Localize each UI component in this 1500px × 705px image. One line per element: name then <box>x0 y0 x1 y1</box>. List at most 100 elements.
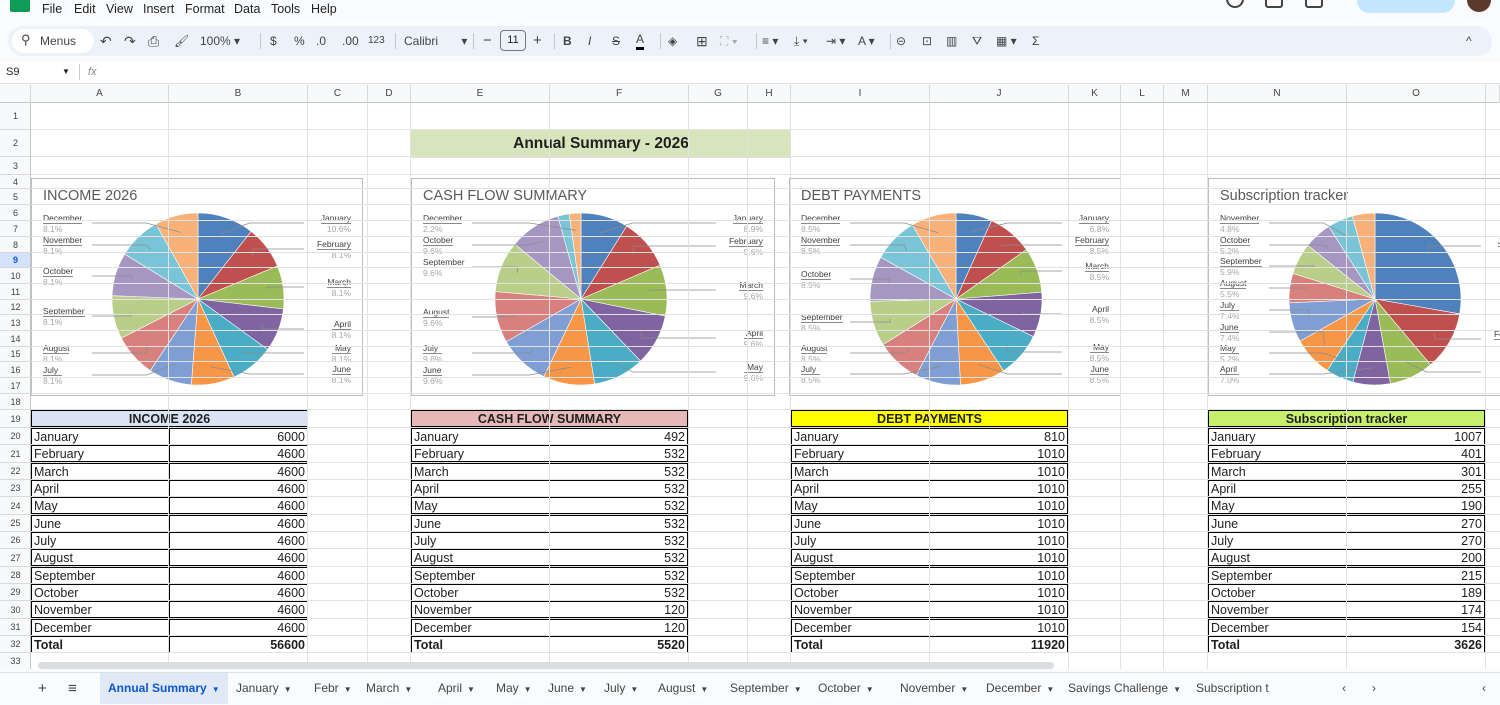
row-header-27[interactable]: 27 <box>0 549 30 567</box>
table-value-cell[interactable]: 301 <box>1346 463 1485 481</box>
table-value-cell[interactable]: 4600 <box>169 584 308 602</box>
pie-chart[interactable]: INCOME 2026 January 10.6% February 8.1% March… <box>31 178 363 396</box>
print-icon[interactable]: ⎙ <box>148 32 159 50</box>
table-month-cell[interactable]: April <box>411 480 550 498</box>
tab-september[interactable]: September ▼ <box>722 673 810 704</box>
text-rotation-icon[interactable]: A ▾ <box>858 32 875 50</box>
chevron-down-icon[interactable]: ▼ <box>579 685 587 694</box>
row-header-19[interactable]: 19 <box>0 410 30 428</box>
sheets-logo[interactable] <box>10 0 30 12</box>
table-month-cell[interactable]: January <box>411 428 550 446</box>
table-month-cell[interactable]: April <box>791 480 930 498</box>
align-icon[interactable]: ≡ ▾ <box>762 32 778 50</box>
table-month-cell[interactable]: December <box>411 619 550 637</box>
tab-may[interactable]: May ▼ <box>488 673 540 704</box>
table-month-cell[interactable]: October <box>1208 584 1347 602</box>
comment-icon[interactable] <box>1265 0 1283 8</box>
table-month-cell[interactable]: February <box>411 445 550 463</box>
pie-chart[interactable]: CASH FLOW SUMMARYJanuary8.9%February9.6%… <box>411 178 775 396</box>
column-header-B[interactable]: B <box>169 85 308 103</box>
table-month-cell[interactable]: May <box>791 497 930 515</box>
row-header-17[interactable]: 17 <box>0 378 30 394</box>
table-value-cell[interactable]: 1010 <box>929 532 1068 550</box>
column-header-J[interactable]: J <box>930 85 1069 103</box>
table-month-cell[interactable]: December <box>1208 619 1347 637</box>
increase-font-size-button[interactable]: + <box>533 32 542 50</box>
vertical-align-icon[interactable]: ⤓ ▾ <box>794 32 808 50</box>
tab-july[interactable]: July ▼ <box>596 673 646 704</box>
column-header-H[interactable]: H <box>748 85 791 103</box>
table-month-cell[interactable]: February <box>1208 445 1347 463</box>
table-month-cell[interactable]: November <box>31 601 170 619</box>
collapse-toolbar-icon[interactable]: ^ <box>1466 32 1472 50</box>
row-header-2[interactable]: 2 <box>0 130 30 157</box>
horizontal-scrollbar[interactable] <box>38 662 1054 669</box>
functions-icon[interactable]: ▦ ▾ <box>996 32 1017 50</box>
table-value-cell[interactable]: 4600 <box>169 567 308 585</box>
tab-april[interactable]: April ▼ <box>430 673 483 704</box>
row-header-31[interactable]: 31 <box>0 619 30 636</box>
table-month-cell[interactable]: September <box>791 567 930 585</box>
tab-october[interactable]: October ▼ <box>810 673 882 704</box>
chevron-down-icon[interactable]: ▼ <box>700 685 708 694</box>
table-month-cell[interactable]: July <box>31 532 170 550</box>
merge-cells-icon[interactable]: ⛶ ▾ <box>720 32 738 50</box>
sum-button[interactable]: Σ <box>1032 32 1039 50</box>
table-value-cell[interactable]: 1010 <box>929 480 1068 498</box>
column-header-L[interactable]: L <box>1121 85 1164 103</box>
chevron-down-icon[interactable]: ▼ <box>1173 685 1181 694</box>
table-value-cell[interactable]: 810 <box>929 428 1068 446</box>
column-header-M[interactable]: M <box>1164 85 1208 103</box>
table-value-cell[interactable]: 532 <box>549 532 688 550</box>
italic-button[interactable]: I <box>588 32 591 50</box>
text-wrap-icon[interactable]: ⇥ ▾ <box>826 32 845 50</box>
avatar[interactable] <box>1467 0 1491 12</box>
table-month-cell[interactable]: June <box>791 515 930 533</box>
decrease-decimal-button[interactable]: .0 <box>316 32 326 50</box>
table-value-cell[interactable]: 532 <box>549 584 688 602</box>
table-month-cell[interactable]: July <box>1208 532 1347 550</box>
menu-edit[interactable]: Edit <box>74 2 96 16</box>
row-header-15[interactable]: 15 <box>0 347 30 362</box>
table-month-cell[interactable]: July <box>411 532 550 550</box>
history-icon[interactable] <box>1226 0 1244 8</box>
chevron-down-icon[interactable]: ▼ <box>794 685 802 694</box>
table-value-cell[interactable]: 120 <box>549 619 688 637</box>
table-value-cell[interactable]: 154 <box>1346 619 1485 637</box>
table-month-cell[interactable]: January <box>791 428 930 446</box>
table-month-cell[interactable]: April <box>31 480 170 498</box>
row-header-20[interactable]: 20 <box>0 428 30 445</box>
row-header-1[interactable]: 1 <box>0 103 30 130</box>
tab-june[interactable]: June ▼ <box>540 673 595 704</box>
table-month-cell[interactable]: June <box>1208 515 1347 533</box>
table-total-label[interactable]: Total <box>411 636 550 654</box>
table-value-cell[interactable]: 1007 <box>1346 428 1485 446</box>
table-value-cell[interactable]: 532 <box>549 567 688 585</box>
table-total-value[interactable]: 3626 <box>1346 636 1485 654</box>
tab-annual-summary[interactable]: Annual Summary ▼ <box>100 673 228 704</box>
table-value-cell[interactable]: 4600 <box>169 532 308 550</box>
row-header-32[interactable]: 32 <box>0 636 30 653</box>
row-header-16[interactable]: 16 <box>0 362 30 378</box>
chart-icon[interactable]: ▥ <box>946 32 957 50</box>
column-header-K[interactable]: K <box>1069 85 1121 103</box>
column-header-O[interactable]: O <box>1347 85 1486 103</box>
meet-icon[interactable] <box>1305 0 1323 8</box>
strikethrough-icon[interactable]: S <box>612 32 620 50</box>
name-box[interactable]: S9 <box>6 66 19 78</box>
table-value-cell[interactable]: 4600 <box>169 445 308 463</box>
font-select[interactable]: Calibri ▾ <box>404 32 467 50</box>
table-value-cell[interactable]: 4600 <box>169 619 308 637</box>
table-value-cell[interactable]: 401 <box>1346 445 1485 463</box>
table-month-cell[interactable]: January <box>31 428 170 446</box>
explore-collapse-icon[interactable]: ‹ <box>1474 673 1494 704</box>
chevron-down-icon[interactable]: ▼ <box>866 685 874 694</box>
chevron-down-icon[interactable]: ▼ <box>1046 685 1054 694</box>
borders-icon[interactable]: ⊞ <box>696 32 708 50</box>
table-month-cell[interactable]: December <box>791 619 930 637</box>
row-header-5[interactable]: 5 <box>0 189 30 205</box>
chevron-down-icon[interactable]: ▼ <box>960 685 968 694</box>
column-header-C[interactable]: C <box>308 85 368 103</box>
undo-icon[interactable]: ↶ <box>100 32 112 50</box>
menu-tools[interactable]: Tools <box>271 2 300 16</box>
